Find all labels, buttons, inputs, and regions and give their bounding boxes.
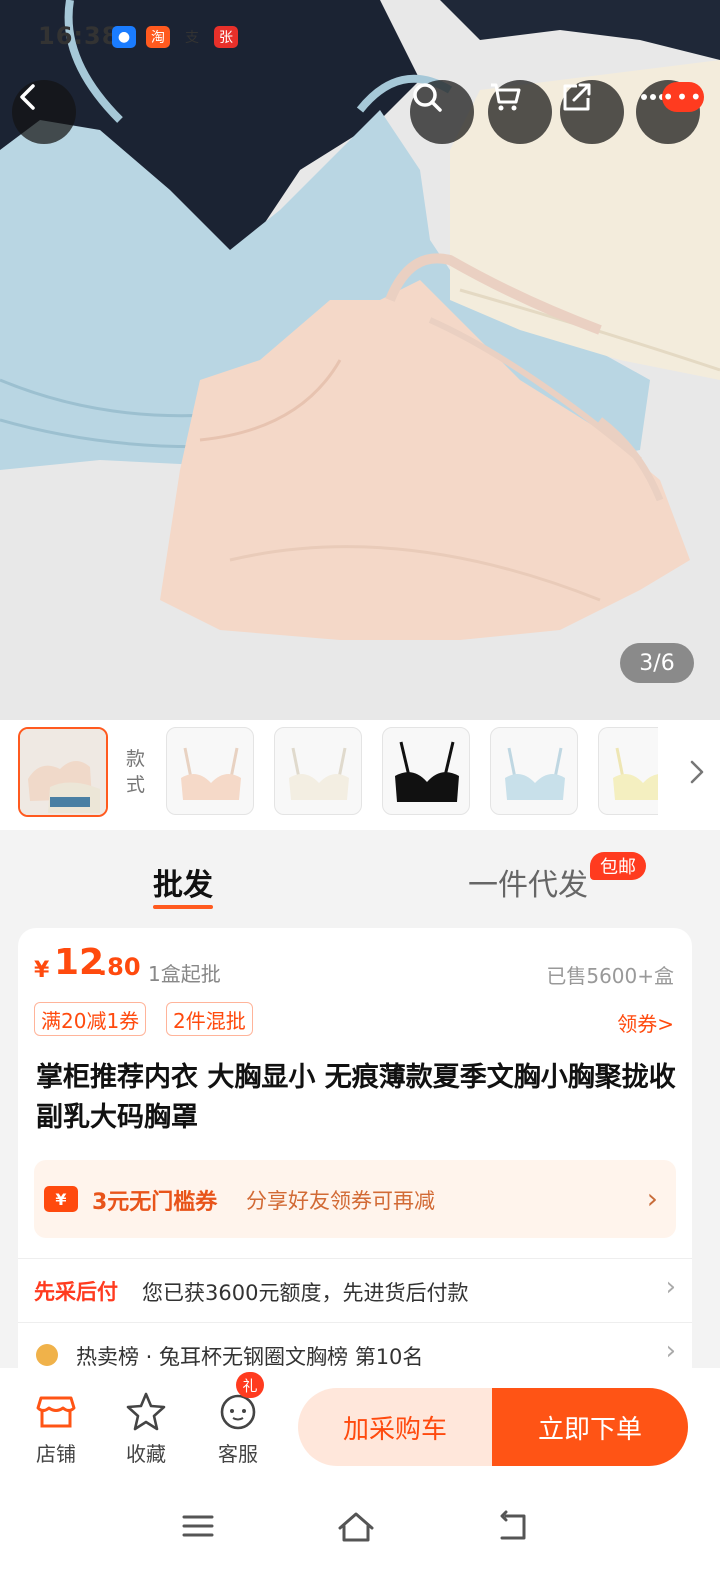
shop-icon [36, 1396, 76, 1428]
cart-button[interactable] [488, 80, 552, 144]
price-integer: 12 [54, 942, 105, 983]
variant-image [20, 729, 106, 815]
chevron-right-icon[interactable]: › [666, 1336, 676, 1366]
product-page: 16:38 ● 淘 支 张 ••• 3/6 款式 批发 一件代发 包邮 ¥ 12… [0, 0, 720, 1592]
zhang-icon: 张 [214, 26, 238, 48]
variant-label: 款式 [126, 748, 146, 796]
min-order: 1盒起批 [148, 962, 221, 986]
status-time: 16:38 [38, 22, 120, 50]
image-counter: 3/6 [620, 643, 694, 683]
share-button[interactable] [560, 80, 624, 144]
variant-thumb-blue[interactable] [490, 727, 578, 815]
search-icon [413, 83, 442, 112]
price-symbol: ¥ [34, 958, 50, 983]
free-shipping-badge: 包邮 [590, 852, 646, 880]
bra-blue-icon [505, 747, 565, 800]
star-icon [126, 1392, 166, 1431]
tab-underline [153, 905, 213, 909]
divider [18, 1258, 692, 1259]
product-image-carousel[interactable]: 16:38 ● 淘 支 张 ••• 3/6 [0, 0, 720, 720]
gift-badge: 礼 [236, 1372, 264, 1398]
credit-label: 先采后付 [34, 1280, 118, 1304]
variant-thumb-yellow[interactable] [598, 727, 658, 815]
back-icon [20, 84, 35, 110]
purchase-mode-tabs: 批发 一件代发 [0, 830, 720, 930]
get-coupon-link[interactable]: 领券> [617, 1008, 674, 1037]
service-label: 客服 [218, 1442, 258, 1466]
product-info-card: ¥ 12 .80 1盒起批 已售5600+盒 满20减1券 2件混批 领券> 掌… [18, 928, 692, 1398]
shop-label: 店铺 [36, 1442, 76, 1466]
message-badge: ••• [662, 82, 704, 112]
variant-thumb-ivory[interactable] [274, 727, 362, 815]
variant-selector: 款式 [0, 720, 720, 830]
chevron-right-icon[interactable]: › [666, 1272, 676, 1302]
back-nav-icon[interactable] [496, 1508, 532, 1544]
buy-now-button[interactable]: 立即下单 [492, 1388, 688, 1466]
rank-medal-icon [36, 1344, 58, 1366]
price-decimal: .80 [98, 953, 141, 981]
variant-thumb-peach[interactable] [166, 727, 254, 815]
product-title: 掌柜推荐内衣 大胸显小 无痕薄款夏季文胸小胸聚拢收副乳大码胸罩 [36, 1062, 676, 1133]
favorite-label: 收藏 [126, 1442, 166, 1466]
bra-black-icon [395, 741, 459, 802]
status-bar: 16:38 ● 淘 支 张 [0, 0, 720, 70]
system-nav-bar [0, 1498, 720, 1558]
search-button[interactable] [410, 80, 474, 144]
rank-text[interactable]: 热卖榜 · 兔耳杯无钢圈文胸榜 第10名 [76, 1341, 423, 1371]
promo-tag: 满20减1券 [34, 1002, 147, 1036]
variant-thumb-selected[interactable] [18, 727, 108, 817]
cart-icon [491, 83, 521, 111]
chevron-right-icon: › [646, 1182, 658, 1215]
coupon-icon: ¥ [44, 1186, 78, 1212]
qq-icon: ● [112, 26, 136, 48]
tab-dropship[interactable]: 一件代发 [468, 860, 588, 904]
coupon-title: 3元无门槛券 [92, 1190, 218, 1215]
bottom-action-bar: 店铺 收藏 客服 礼 加采购车 立即下单 [0, 1368, 720, 1592]
share-icon [563, 83, 591, 111]
favorite-button[interactable]: 收藏 [106, 1390, 186, 1467]
divider [18, 1322, 692, 1323]
add-to-cart-button[interactable]: 加采购车 [298, 1388, 492, 1466]
alipay-icon: 支 [185, 30, 199, 46]
menu-icon[interactable] [180, 1508, 216, 1544]
home-icon[interactable] [336, 1508, 376, 1544]
back-button[interactable] [12, 80, 76, 144]
taobao-icon: 淘 [146, 26, 170, 48]
coupon-subtitle: 分享好友领券可再减 [246, 1189, 435, 1213]
bra-peach-icon [181, 747, 241, 800]
tab-wholesale[interactable]: 批发 [153, 860, 213, 904]
shop-button[interactable]: 店铺 [16, 1390, 96, 1467]
bra-yellow-icon [613, 747, 658, 800]
status-app-icons: ● 淘 支 张 [112, 26, 238, 48]
variant-thumb-black[interactable] [382, 727, 470, 815]
chevron-right-icon[interactable] [684, 754, 708, 790]
sold-count: 已售5600+盒 [546, 964, 674, 988]
promo-tag: 2件混批 [166, 1002, 253, 1036]
credit-text[interactable]: 您已获3600元额度，先进货后付款 [142, 1277, 468, 1307]
customer-service-button[interactable]: 客服 [198, 1390, 278, 1467]
coupon-banner[interactable]: ¥ 3元无门槛券 分享好友领券可再减 › [34, 1160, 676, 1238]
bra-ivory-icon [289, 747, 349, 800]
